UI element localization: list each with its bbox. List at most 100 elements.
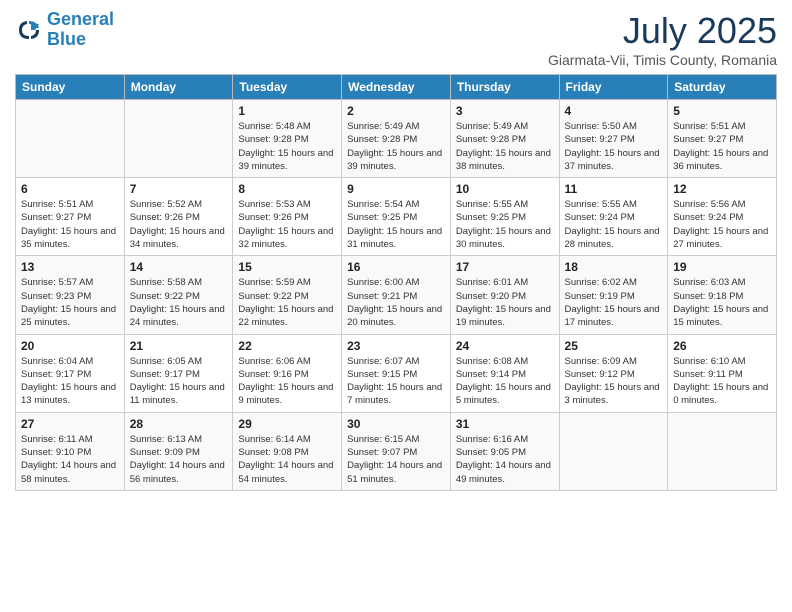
day-number: 6 — [21, 182, 119, 196]
calendar-cell: 1 Sunrise: 5:48 AM Sunset: 9:28 PM Daylig… — [233, 100, 342, 178]
calendar-cell — [559, 412, 668, 490]
day-number: 21 — [130, 339, 228, 353]
calendar-cell: 15 Sunrise: 5:59 AM Sunset: 9:22 PM Dayli… — [233, 256, 342, 334]
day-number: 25 — [565, 339, 663, 353]
day-info: Sunrise: 6:02 AM Sunset: 9:19 PM Dayligh… — [565, 276, 663, 329]
calendar-cell: 11 Sunrise: 5:55 AM Sunset: 9:24 PM Dayli… — [559, 178, 668, 256]
day-info: Sunrise: 5:55 AM Sunset: 9:25 PM Dayligh… — [456, 198, 554, 251]
calendar-cell: 13Sunrise: 5:57 AM Sunset: 9:23 PM Dayli… — [16, 256, 125, 334]
calendar-cell: 20 Sunrise: 6:04 AM Sunset: 9:17 PM Dayli… — [16, 334, 125, 412]
day-number: 26 — [673, 339, 771, 353]
calendar-cell: 4 Sunrise: 5:50 AM Sunset: 9:27 PM Daylig… — [559, 100, 668, 178]
day-info: Sunrise: 5:52 AM Sunset: 9:26 PM Dayligh… — [130, 198, 228, 251]
day-number: 17 — [456, 260, 554, 274]
day-info: Sunrise: 6:10 AM Sunset: 9:11 PM Dayligh… — [673, 355, 771, 408]
day-number: 8 — [238, 182, 336, 196]
day-number: 28 — [130, 417, 228, 431]
calendar-cell: 27 Sunrise: 6:11 AM Sunset: 9:10 PM Dayli… — [16, 412, 125, 490]
day-info: Sunrise: 5:51 AM Sunset: 9:27 PM Dayligh… — [673, 120, 771, 173]
calendar-cell: 6 Sunrise: 5:51 AM Sunset: 9:27 PM Daylig… — [16, 178, 125, 256]
logo-text: General Blue — [47, 10, 114, 50]
day-info: Sunrise: 6:09 AM Sunset: 9:12 PM Dayligh… — [565, 355, 663, 408]
weekday-header-wednesday: Wednesday — [342, 75, 451, 100]
calendar-cell: 21 Sunrise: 6:05 AM Sunset: 9:17 PM Dayli… — [124, 334, 233, 412]
calendar-cell — [124, 100, 233, 178]
calendar-cell: 28 Sunrise: 6:13 AM Sunset: 9:09 PM Dayli… — [124, 412, 233, 490]
day-number: 14 — [130, 260, 228, 274]
day-number: 27 — [21, 417, 119, 431]
day-number: 10 — [456, 182, 554, 196]
calendar-cell: 14 Sunrise: 5:58 AM Sunset: 9:22 PM Dayli… — [124, 256, 233, 334]
day-number: 29 — [238, 417, 336, 431]
calendar-cell: 10 Sunrise: 5:55 AM Sunset: 9:25 PM Dayli… — [450, 178, 559, 256]
day-number: 7 — [130, 182, 228, 196]
calendar-cell: 29 Sunrise: 6:14 AM Sunset: 9:08 PM Dayli… — [233, 412, 342, 490]
day-info: Sunrise: 5:48 AM Sunset: 9:28 PM Dayligh… — [238, 120, 336, 173]
day-info: Sunrise: 6:01 AM Sunset: 9:20 PM Dayligh… — [456, 276, 554, 329]
weekday-header-saturday: Saturday — [668, 75, 777, 100]
calendar-cell: 24Sunrise: 6:08 AM Sunset: 9:14 PM Dayli… — [450, 334, 559, 412]
day-number: 18 — [565, 260, 663, 274]
day-number: 4 — [565, 104, 663, 118]
day-number: 9 — [347, 182, 445, 196]
calendar-cell: 23 Sunrise: 6:07 AM Sunset: 9:15 PM Dayli… — [342, 334, 451, 412]
day-number: 30 — [347, 417, 445, 431]
weekday-header-thursday: Thursday — [450, 75, 559, 100]
calendar-cell: 26 Sunrise: 6:10 AM Sunset: 9:11 PM Dayli… — [668, 334, 777, 412]
day-number: 22 — [238, 339, 336, 353]
weekday-header-tuesday: Tuesday — [233, 75, 342, 100]
calendar-cell: 30 Sunrise: 6:15 AM Sunset: 9:07 PM Dayli… — [342, 412, 451, 490]
day-info: Sunrise: 6:06 AM Sunset: 9:16 PM Dayligh… — [238, 355, 336, 408]
day-info: Sunrise: 6:07 AM Sunset: 9:15 PM Dayligh… — [347, 355, 445, 408]
day-info: Sunrise: 6:11 AM Sunset: 9:10 PM Dayligh… — [21, 433, 119, 486]
day-number: 24 — [456, 339, 554, 353]
calendar-cell — [16, 100, 125, 178]
calendar-cell: 3Sunrise: 5:49 AM Sunset: 9:28 PM Daylig… — [450, 100, 559, 178]
day-number: 20 — [21, 339, 119, 353]
day-number: 23 — [347, 339, 445, 353]
day-info: Sunrise: 6:14 AM Sunset: 9:08 PM Dayligh… — [238, 433, 336, 486]
day-info: Sunrise: 5:53 AM Sunset: 9:26 PM Dayligh… — [238, 198, 336, 251]
calendar-cell: 31 Sunrise: 6:16 AM Sunset: 9:05 PM Dayli… — [450, 412, 559, 490]
day-info: Sunrise: 6:16 AM Sunset: 9:05 PM Dayligh… — [456, 433, 554, 486]
calendar-table: SundayMondayTuesdayWednesdayThursdayFrid… — [15, 74, 777, 491]
calendar-cell: 7 Sunrise: 5:52 AM Sunset: 9:26 PM Daylig… — [124, 178, 233, 256]
day-info: Sunrise: 6:15 AM Sunset: 9:07 PM Dayligh… — [347, 433, 445, 486]
day-info: Sunrise: 6:03 AM Sunset: 9:18 PM Dayligh… — [673, 276, 771, 329]
calendar-cell: 16 Sunrise: 6:00 AM Sunset: 9:21 PM Dayli… — [342, 256, 451, 334]
day-info: Sunrise: 5:50 AM Sunset: 9:27 PM Dayligh… — [565, 120, 663, 173]
day-number: 12 — [673, 182, 771, 196]
calendar-cell: 25 Sunrise: 6:09 AM Sunset: 9:12 PM Dayli… — [559, 334, 668, 412]
day-number: 11 — [565, 182, 663, 196]
day-number: 16 — [347, 260, 445, 274]
day-number: 1 — [238, 104, 336, 118]
day-info: Sunrise: 6:13 AM Sunset: 9:09 PM Dayligh… — [130, 433, 228, 486]
calendar-cell: 22 Sunrise: 6:06 AM Sunset: 9:16 PM Dayli… — [233, 334, 342, 412]
day-info: Sunrise: 5:51 AM Sunset: 9:27 PM Dayligh… — [21, 198, 119, 251]
weekday-header-friday: Friday — [559, 75, 668, 100]
day-info: Sunrise: 5:55 AM Sunset: 9:24 PM Dayligh… — [565, 198, 663, 251]
day-number: 31 — [456, 417, 554, 431]
day-number: 5 — [673, 104, 771, 118]
calendar-cell: 18 Sunrise: 6:02 AM Sunset: 9:19 PM Dayli… — [559, 256, 668, 334]
calendar-cell: 8 Sunrise: 5:53 AM Sunset: 9:26 PM Daylig… — [233, 178, 342, 256]
day-info: Sunrise: 5:49 AM Sunset: 9:28 PM Dayligh… — [347, 120, 445, 173]
calendar-cell: 9 Sunrise: 5:54 AM Sunset: 9:25 PM Daylig… — [342, 178, 451, 256]
day-number: 2 — [347, 104, 445, 118]
calendar-cell — [668, 412, 777, 490]
day-number: 15 — [238, 260, 336, 274]
day-info: Sunrise: 6:04 AM Sunset: 9:17 PM Dayligh… — [21, 355, 119, 408]
day-info: Sunrise: 6:00 AM Sunset: 9:21 PM Dayligh… — [347, 276, 445, 329]
day-info: Sunrise: 5:56 AM Sunset: 9:24 PM Dayligh… — [673, 198, 771, 251]
calendar-cell: 17 Sunrise: 6:01 AM Sunset: 9:20 PM Dayli… — [450, 256, 559, 334]
day-info: Sunrise: 6:05 AM Sunset: 9:17 PM Dayligh… — [130, 355, 228, 408]
weekday-header-monday: Monday — [124, 75, 233, 100]
calendar-cell: 5 Sunrise: 5:51 AM Sunset: 9:27 PM Daylig… — [668, 100, 777, 178]
day-info: Sunrise: 5:54 AM Sunset: 9:25 PM Dayligh… — [347, 198, 445, 251]
day-info: Sunrise: 5:49 AM Sunset: 9:28 PM Dayligh… — [456, 120, 554, 173]
day-info: Sunrise: 5:57 AM Sunset: 9:23 PM Dayligh… — [21, 276, 119, 329]
weekday-header-sunday: Sunday — [16, 75, 125, 100]
location-subtitle: Giarmata-Vii, Timis County, Romania — [548, 52, 777, 68]
day-info: Sunrise: 5:58 AM Sunset: 9:22 PM Dayligh… — [130, 276, 228, 329]
day-info: Sunrise: 5:59 AM Sunset: 9:22 PM Dayligh… — [238, 276, 336, 329]
